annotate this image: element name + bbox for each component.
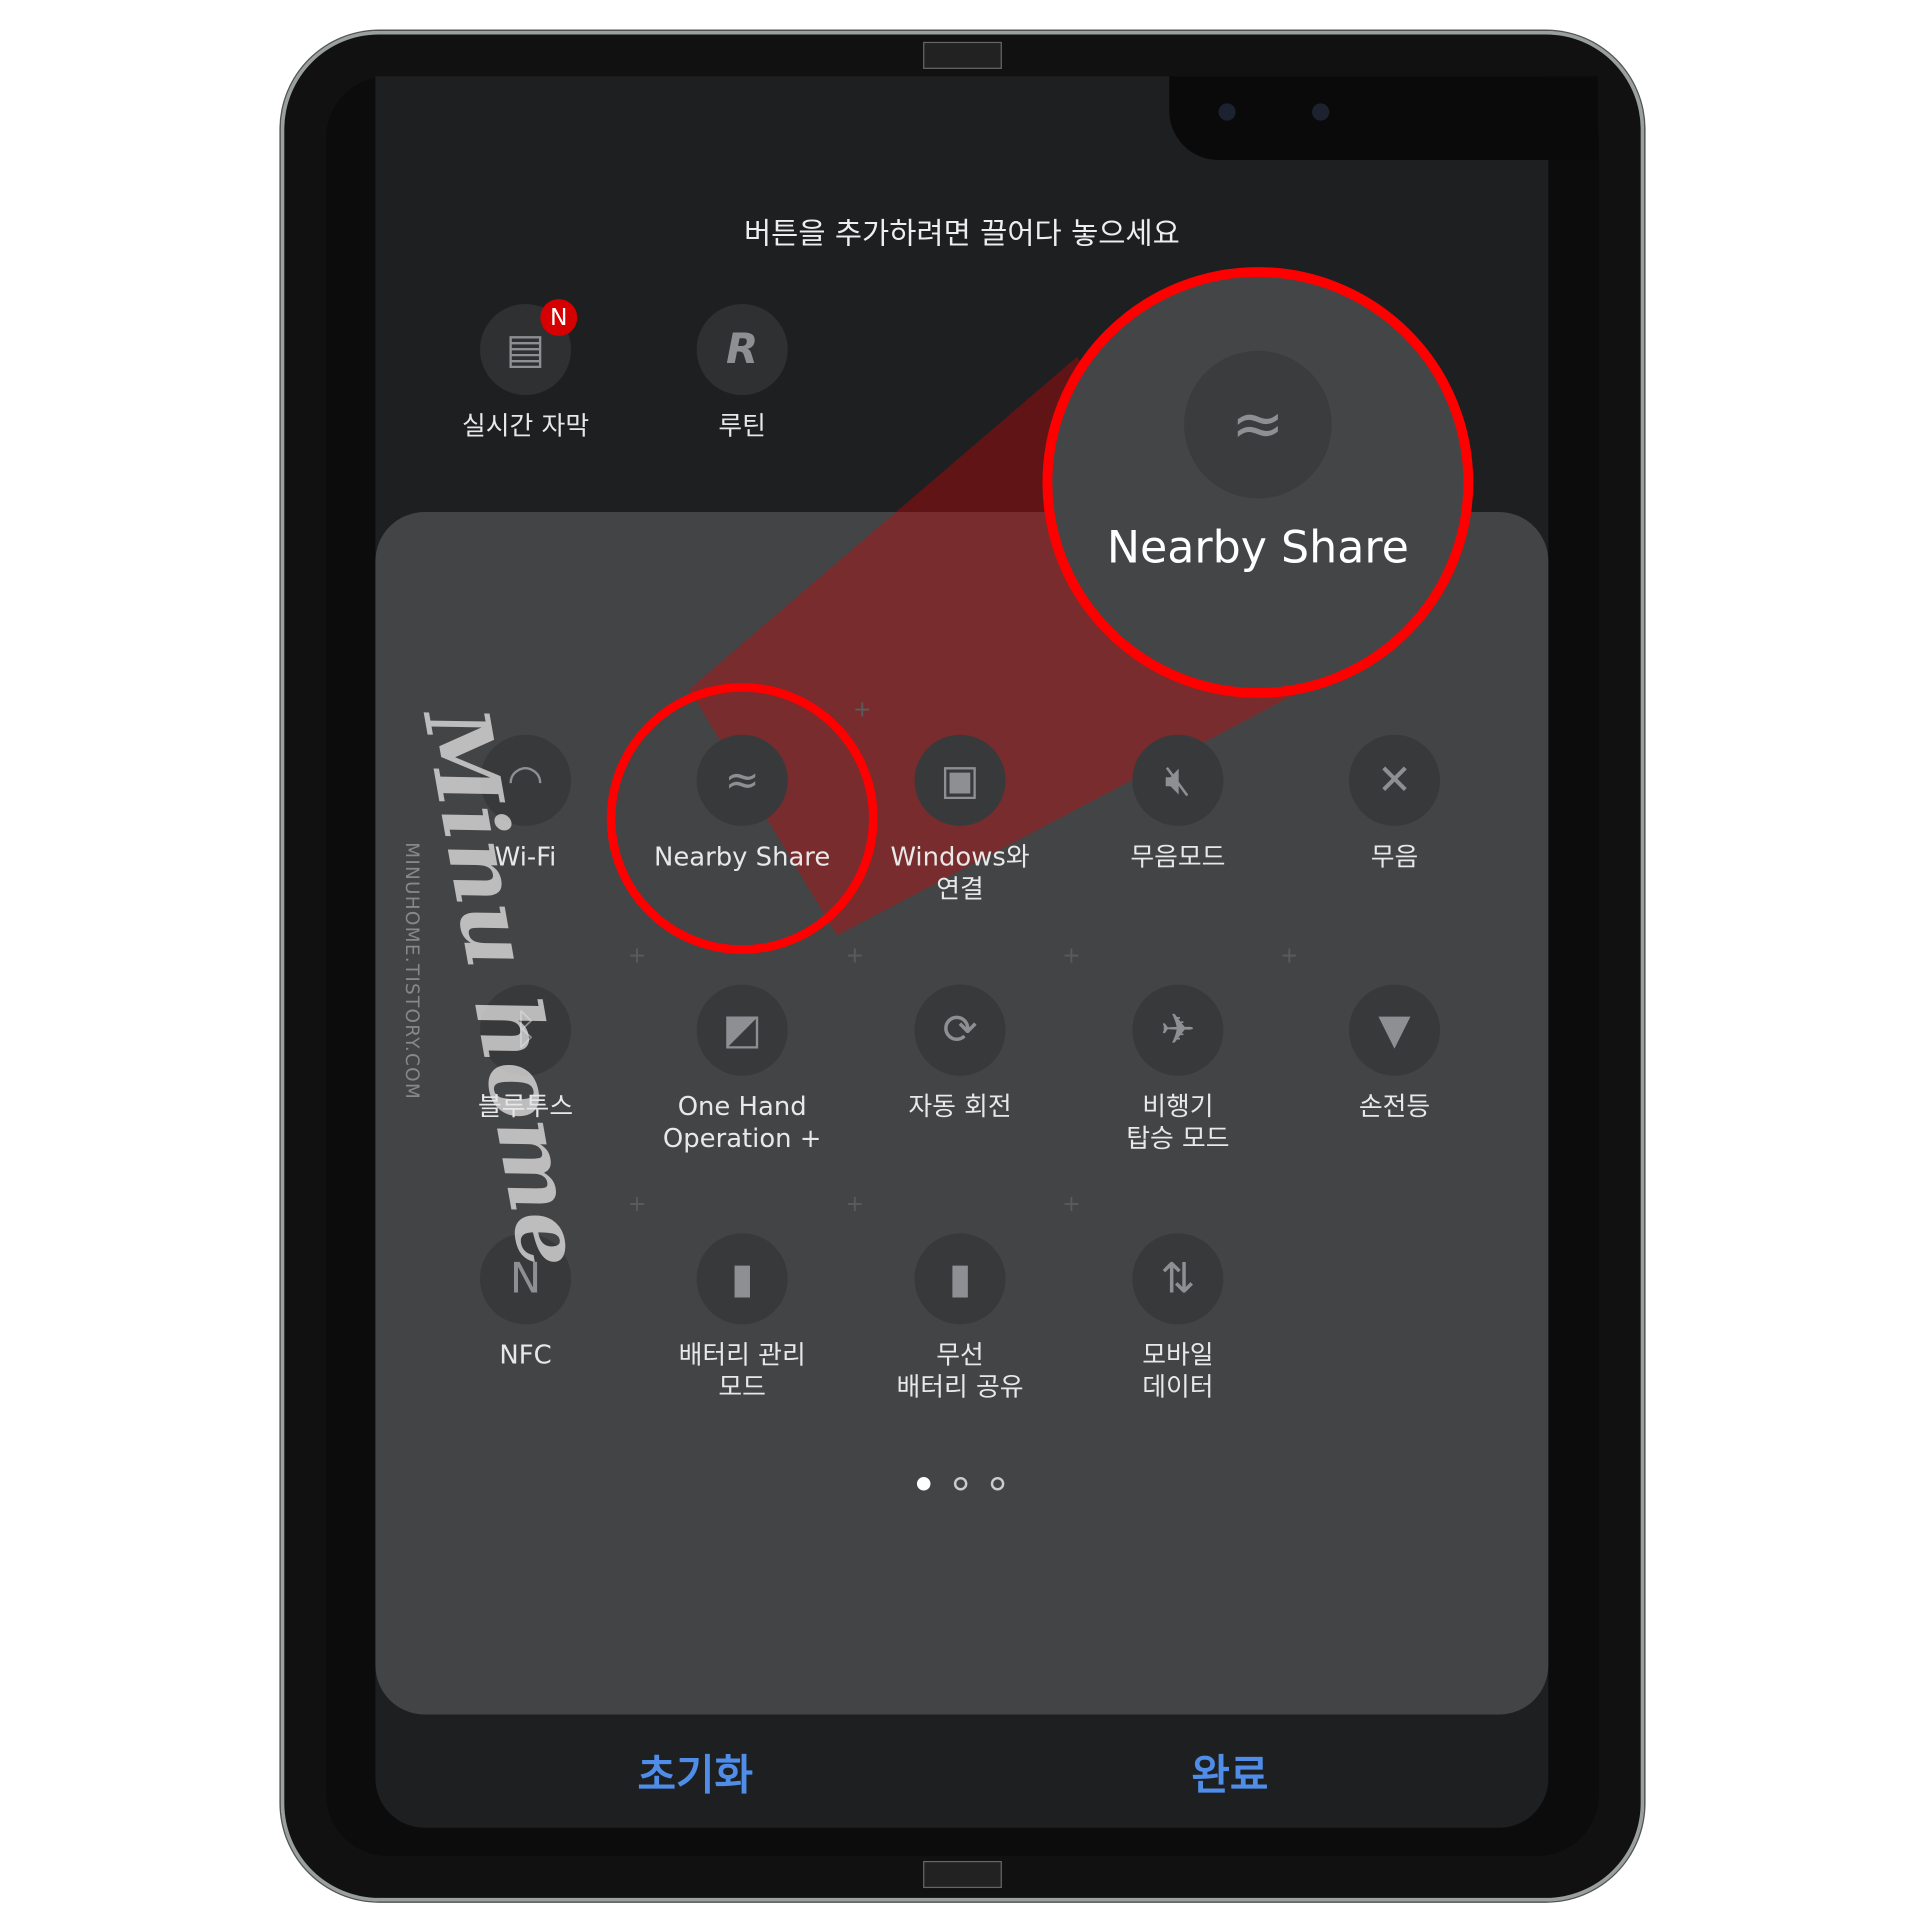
mute-icon: ✕ [1348,734,1441,826]
watermark-url: MINUHOME.TISTORY.COM [400,842,424,1101]
tile-mute[interactable]: ✕ 무음 [1290,734,1499,873]
tile-flashlight[interactable]: ▼ 손전등 [1290,984,1499,1123]
callout-connector [689,356,1305,936]
grid-plus: + [845,942,865,969]
tile-label: 자동 회전 [908,1091,1012,1122]
tile-one-hand[interactable]: ◩ One Hand Operation + [638,984,847,1155]
mute-mode-icon: 🔇︎ [1132,734,1224,826]
grid-plus: + [1280,942,1299,969]
page-dot-1[interactable] [916,1476,931,1491]
tile-battery-saver[interactable]: ▮ 배터리 관리 모드 [638,1233,847,1403]
grid-plus: + [852,696,872,723]
one-hand-icon: ◩ [696,984,788,1076]
grid-plus: + [845,1191,865,1218]
nearby-share-icon: ≈ [1184,350,1332,499]
link-to-windows-icon: ▣ [914,734,1006,826]
airplane-icon: ✈ [1132,984,1224,1076]
tile-airplane[interactable]: ✈ 비행기 탑승 모드 [1073,984,1282,1155]
tile-label: 비행기 탑승 모드 [1126,1091,1230,1154]
grid-plus: + [627,942,647,969]
tile-label: 무선 배터리 공유 [896,1340,1024,1402]
tile-label: 모바일 데이터 [1142,1340,1214,1402]
tile-label: NFC [499,1340,552,1370]
highlight-circle-small [606,683,878,954]
auto-rotate-icon: ⟳ [914,984,1006,1076]
grid-plus: + [1062,942,1081,969]
tile-label: 무음모드 [1130,841,1226,872]
battery-saver-icon: ▮ [696,1233,788,1325]
tile-wireless-powershare[interactable]: ▮ 무선 배터리 공유 [855,1233,1064,1403]
flashlight-icon: ▼ [1348,984,1441,1076]
wireless-powershare-icon: ▮ [914,1233,1006,1325]
reset-button[interactable]: 초기화 [638,1742,754,1802]
callout-magnified: ≈ Nearby Share [1042,267,1474,698]
page-dot-3[interactable] [990,1476,1005,1491]
callout-label: Nearby Share [1106,523,1409,574]
grid-plus: + [627,1191,647,1218]
tile-link-to-windows[interactable]: ▣ Windows와 연결 [855,734,1064,905]
tile-auto-rotate[interactable]: ⟳ 자동 회전 [855,984,1064,1123]
tile-label: 무음 [1370,841,1419,872]
tile-label: 배터리 관리 모드 [678,1340,806,1402]
grid-plus: + [1062,1191,1081,1218]
tile-label: 손전등 [1358,1091,1431,1122]
page-dot-2[interactable] [953,1476,968,1491]
tile-label: Windows와 연결 [890,841,1030,904]
done-button[interactable]: 완료 [1191,1742,1268,1802]
tile-mute-mode[interactable]: 🔇︎ 무음모드 [1073,734,1282,873]
tile-mobile-data[interactable]: ⇅ 모바일 데이터 [1073,1233,1282,1403]
tile-label: One Hand Operation + [662,1091,822,1154]
mobile-data-icon: ⇅ [1132,1233,1224,1325]
